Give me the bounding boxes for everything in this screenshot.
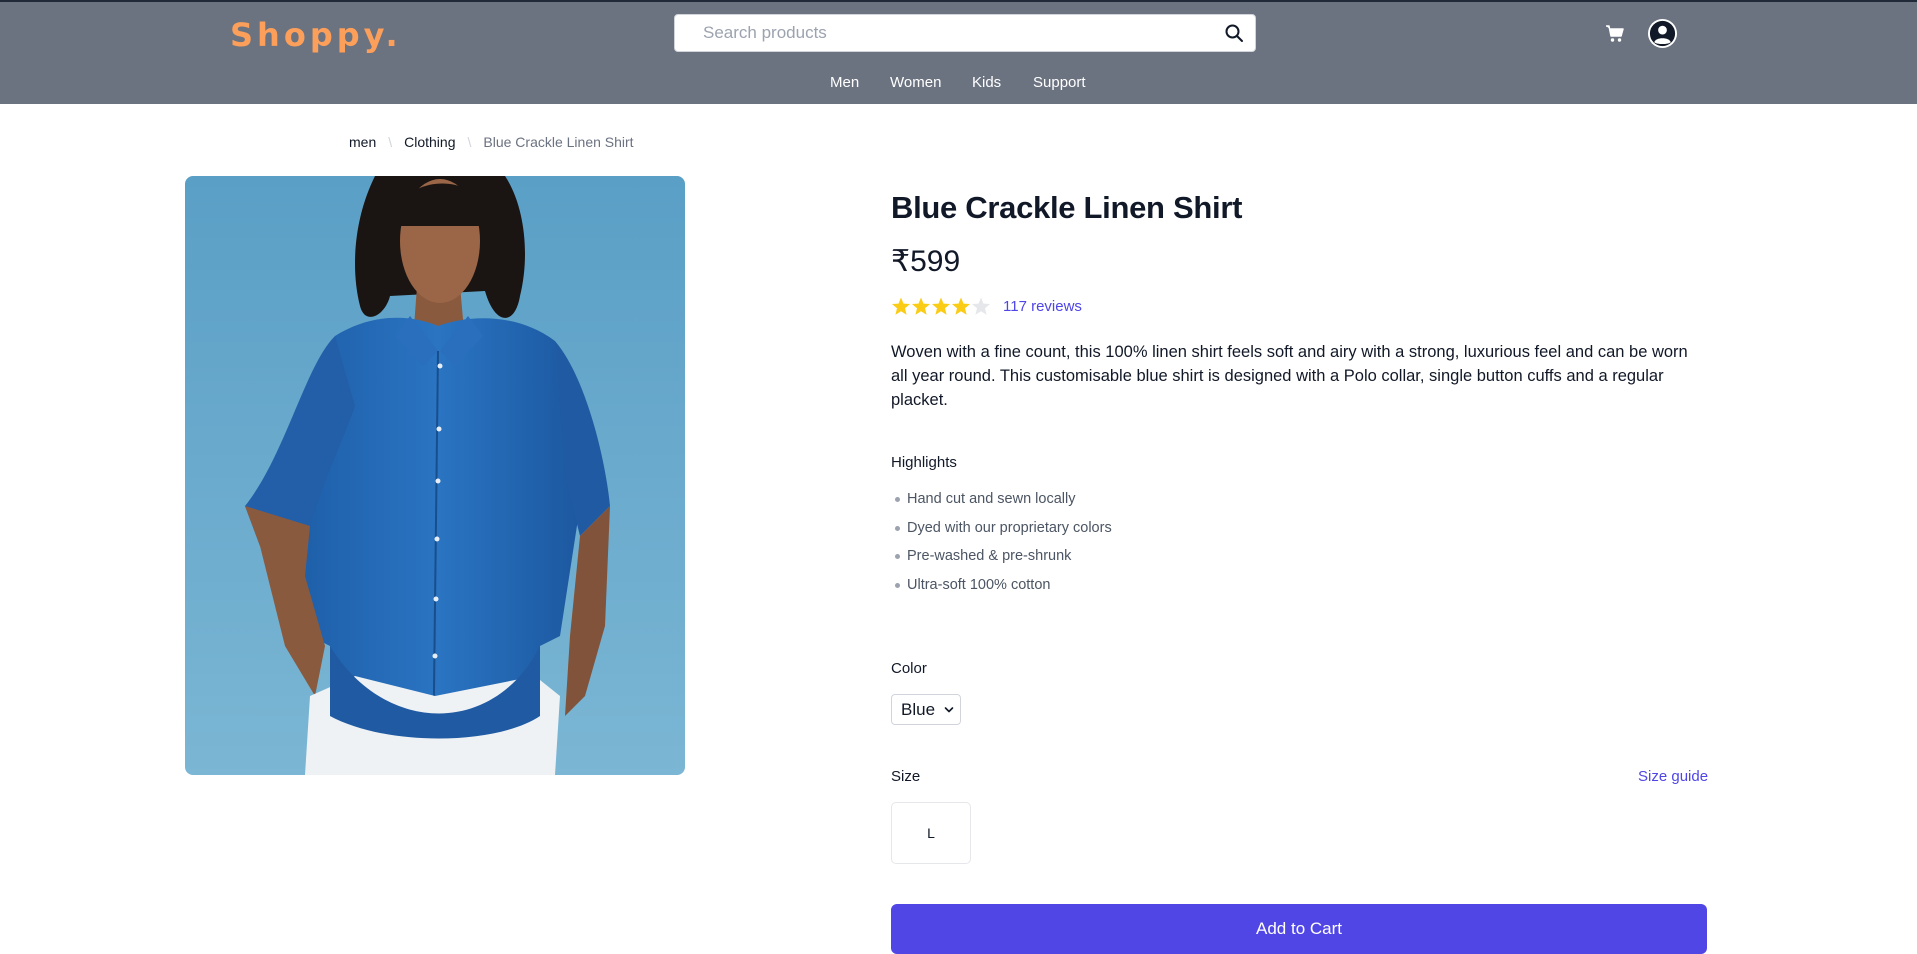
nav-support[interactable]: Support [1033, 74, 1086, 91]
star-empty-icon [971, 297, 991, 315]
highlight-item: Pre-washed & pre-shrunk [895, 545, 1112, 574]
breadcrumb-item-men[interactable]: men [349, 134, 376, 150]
size-label: Size [891, 768, 921, 785]
reviews-link[interactable]: 117 reviews [1003, 298, 1082, 315]
star-filled-icon [951, 297, 971, 315]
site-header: Shoppy. Men Women Kids Support [0, 0, 1917, 104]
nav-kids[interactable]: Kids [972, 74, 1001, 91]
star-filled-icon [891, 297, 911, 315]
color-selected-value: Blue [901, 700, 936, 719]
product-price: ₹599 [891, 245, 961, 278]
cart-icon[interactable] [1605, 24, 1625, 44]
breadcrumb-current: Blue Crackle Linen Shirt [483, 134, 634, 150]
highlights-heading: Highlights [891, 454, 957, 471]
product-description: Woven with a fine count, this 100% linen… [891, 343, 1688, 409]
size-option-l[interactable]: L [891, 802, 971, 864]
star-filled-icon [911, 297, 931, 315]
logo[interactable]: Shoppy. [230, 16, 402, 54]
highlight-item: Ultra-soft 100% cotton [895, 574, 1112, 603]
breadcrumb-item-clothing[interactable]: Clothing [404, 134, 455, 150]
main-nav: Men Women Kids Support [0, 74, 1917, 94]
product-image [185, 176, 685, 775]
product-title: Blue Crackle Linen Shirt [891, 190, 1243, 225]
size-guide-link[interactable]: Size guide [1638, 768, 1708, 785]
color-select[interactable]: Blue [891, 694, 961, 725]
user-account-icon[interactable] [1647, 18, 1678, 49]
breadcrumb: men \ Clothing \ Blue Crackle Linen Shirt [349, 134, 634, 150]
highlights-list: Hand cut and sewn locally Dyed with our … [891, 488, 1112, 602]
chevron-down-icon [944, 707, 954, 713]
breadcrumb-separator: \ [388, 134, 393, 150]
highlight-item: Hand cut and sewn locally [895, 488, 1112, 517]
color-label: Color [891, 660, 927, 677]
rating-stars [891, 297, 991, 315]
star-filled-icon [931, 297, 951, 315]
breadcrumb-separator: \ [467, 134, 472, 150]
search-bar[interactable] [674, 14, 1256, 52]
search-icon[interactable] [1224, 23, 1244, 43]
add-to-cart-button[interactable]: Add to Cart [891, 904, 1707, 954]
nav-men[interactable]: Men [830, 74, 859, 91]
search-input[interactable] [676, 16, 1223, 50]
highlight-item: Dyed with our proprietary colors [895, 517, 1112, 546]
nav-women[interactable]: Women [890, 74, 941, 91]
